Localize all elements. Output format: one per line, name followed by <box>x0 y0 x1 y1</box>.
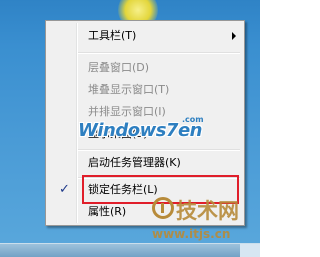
submenu-arrow-icon <box>232 32 236 40</box>
menu-item-toolbars[interactable]: 工具栏(T) <box>48 25 242 47</box>
notification-area[interactable] <box>240 244 260 257</box>
menu-item-start-task-manager[interactable]: 启动任务管理器(K) <box>48 152 242 174</box>
menu-item-label: 工具栏(T) <box>88 29 137 42</box>
taskbar[interactable] <box>0 243 260 257</box>
windows7en-watermark: Windows7en .com <box>78 115 228 145</box>
watermark-domain-suffix: .com <box>182 115 204 124</box>
watermark-chinese-text: 技术网 <box>176 199 239 223</box>
menu-separator <box>78 52 240 54</box>
menu-item-label: 属性(R) <box>88 205 127 218</box>
menu-item-label: 启动任务管理器(K) <box>88 156 181 169</box>
watermark-url: www.itjs.cn <box>152 227 231 241</box>
menu-item-label: 层叠窗口(D) <box>88 61 150 74</box>
checkmark-icon: ✓ <box>59 182 70 197</box>
desktop-background: 工具栏(T) 层叠窗口(D) 堆叠显示窗口(T) 并排显示窗口(I) 显示桌面(… <box>0 0 260 257</box>
menu-item-show-windows-stacked[interactable]: 堆叠显示窗口(T) <box>48 79 242 101</box>
menu-item-cascade-windows[interactable]: 层叠窗口(D) <box>48 57 242 79</box>
itjs-logo-icon <box>152 197 174 219</box>
menu-item-label: 堆叠显示窗口(T) <box>88 83 170 96</box>
menu-separator <box>78 149 240 151</box>
